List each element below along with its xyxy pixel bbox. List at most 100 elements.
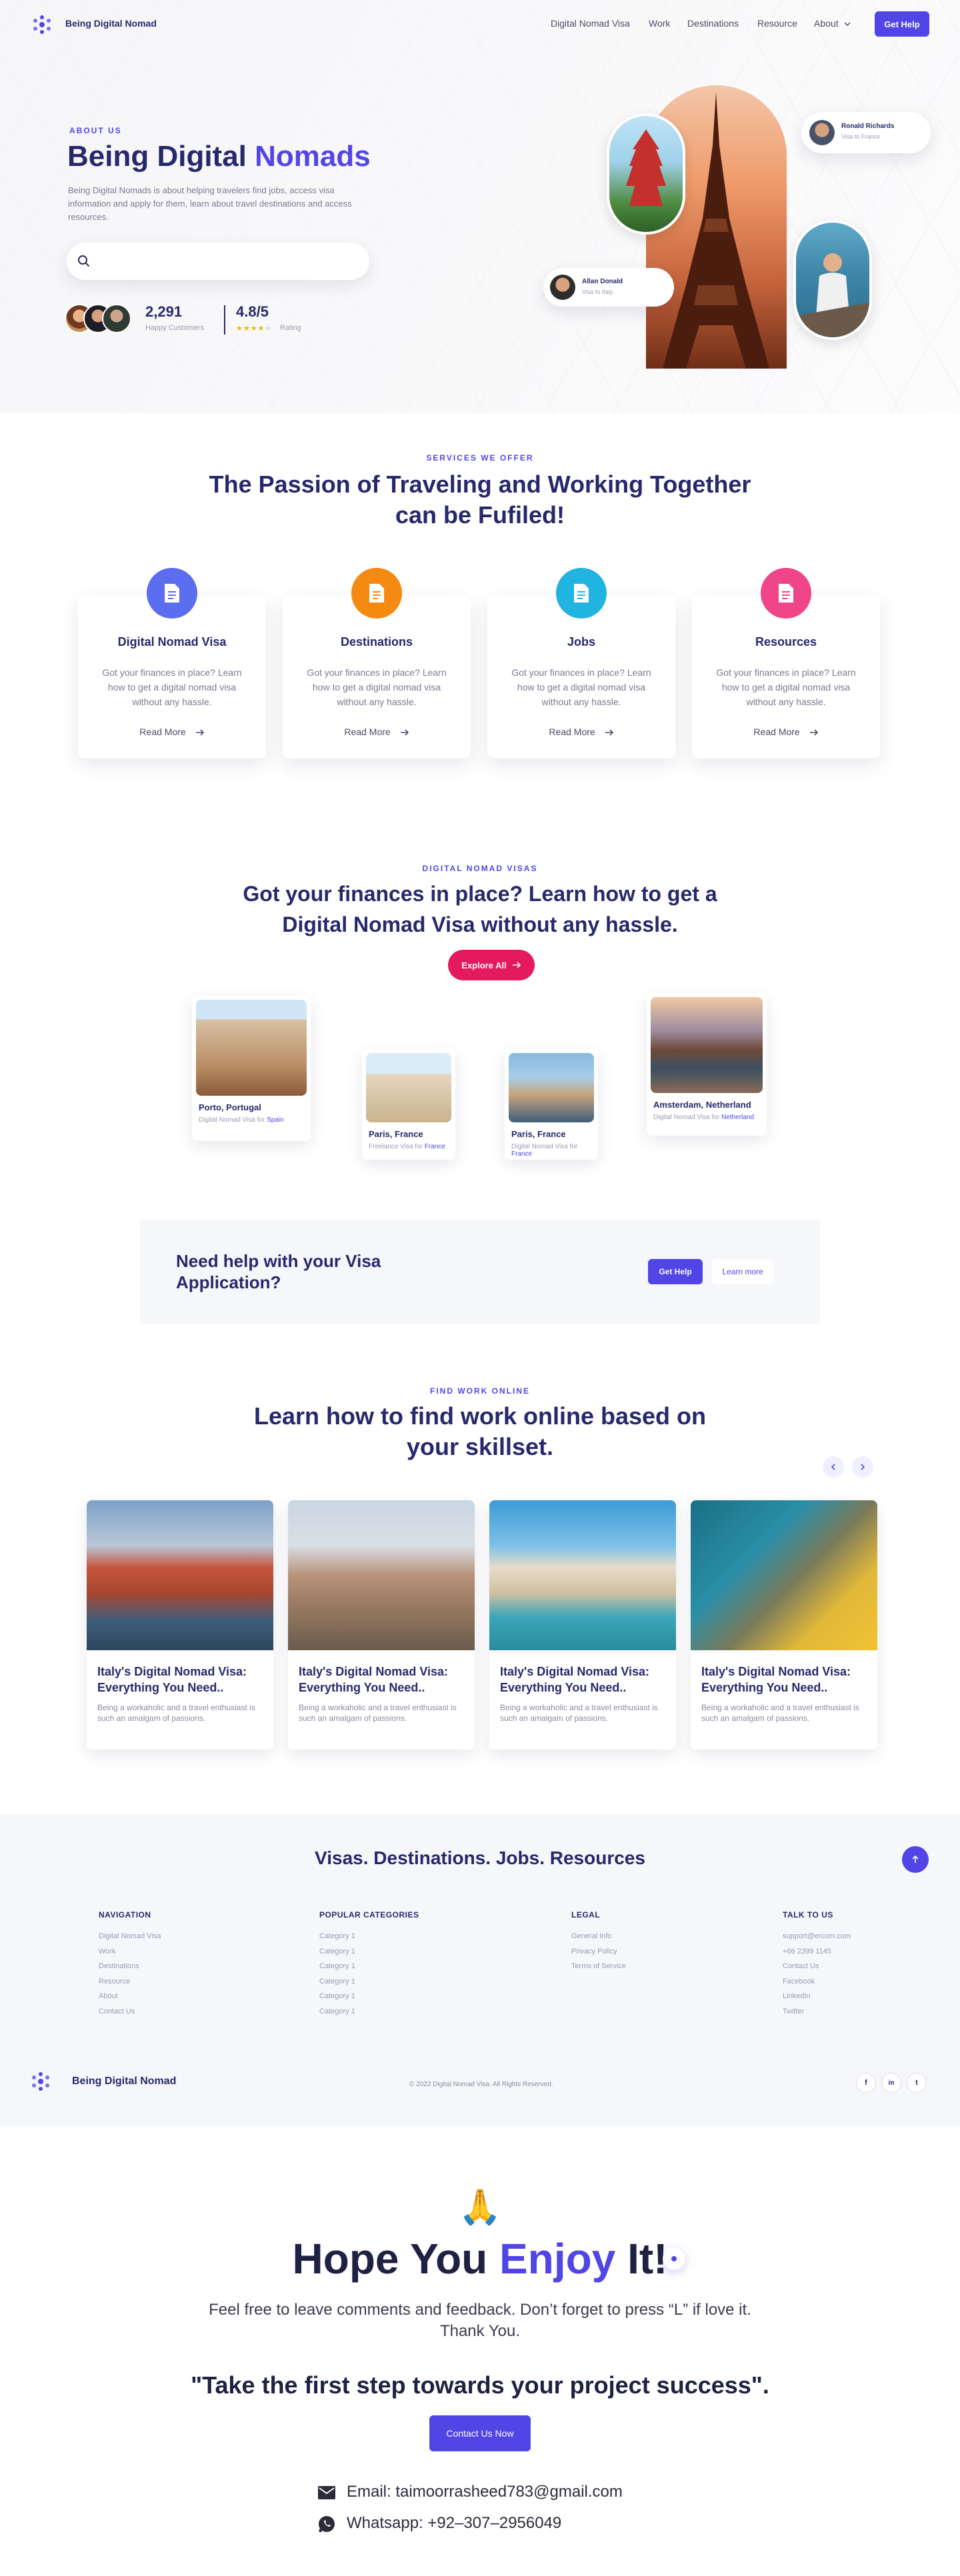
footer-link[interactable]: LinkedIn <box>783 1989 851 2004</box>
visa-card[interactable]: Paris, France Freelance Visa for France <box>362 1049 455 1160</box>
footer-link[interactable]: Category 1 <box>319 1959 355 1974</box>
service-description: Got your finances in place? Learn how to… <box>102 667 242 707</box>
services-title-line2: can be Fufiled! <box>395 501 565 529</box>
twitter-icon[interactable]: t <box>907 2073 927 2093</box>
services-title: The Passion of Traveling and Working Tog… <box>0 469 960 531</box>
work-card[interactable]: Italy's Digital Nomad Visa: Everything Y… <box>691 1500 877 1750</box>
visa-card-country[interactable]: France <box>511 1150 532 1158</box>
footer-link[interactable]: +66 2399 1145 <box>783 1944 851 1959</box>
visa-card-country[interactable]: France <box>425 1143 445 1150</box>
visa-card-sub-prefix: Freelance Visa for <box>369 1143 423 1150</box>
nav-link-work[interactable]: Work <box>649 18 670 29</box>
work-title-line2: your skillset. <box>406 1433 554 1460</box>
footer-link[interactable]: support@ercom.com <box>783 1929 851 1944</box>
work-card[interactable]: Italy's Digital Nomad Visa: Everything Y… <box>288 1500 475 1750</box>
footer-link[interactable]: Category 1 <box>319 1929 355 1944</box>
help-learn-more-button[interactable]: Learn more <box>712 1259 773 1284</box>
read-more-link[interactable]: Read More <box>487 726 675 737</box>
work-card[interactable]: Italy's Digital Nomad Visa: Everything Y… <box>87 1500 273 1750</box>
footer-link[interactable]: Terms of Service <box>571 1959 626 1974</box>
work-card-title: Italy's Digital Nomad Visa: Everything Y… <box>299 1665 449 1694</box>
work-card-title: Italy's Digital Nomad Visa: Everything Y… <box>500 1665 650 1694</box>
linkedin-icon[interactable]: in <box>881 2073 901 2093</box>
footer-link[interactable]: About <box>99 1989 161 2004</box>
read-more-label: Read More <box>549 726 595 737</box>
read-more-link[interactable]: Read More <box>692 726 880 737</box>
footer-link[interactable]: Privacy Policy <box>571 1944 626 1959</box>
visa-card[interactable]: Porto, Portugal Digital Nomad Visa for S… <box>192 996 311 1141</box>
get-help-nav-button[interactable]: Get Help <box>875 11 929 37</box>
thanks-message: Feel free to leave comments and feedback… <box>0 2299 960 2342</box>
footer-brand-name[interactable]: Being Digital Nomad <box>72 2075 176 2087</box>
visa-card-sub: Digital Nomad Visa for Netherland <box>651 1114 763 1121</box>
footer-link[interactable]: Twitter <box>783 2004 851 2019</box>
work-eyebrow: FIND WORK ONLINE <box>430 1386 530 1396</box>
footer-link[interactable]: Contact Us <box>783 1959 851 1974</box>
logo-icon <box>33 15 51 34</box>
nav-link-destinations[interactable]: Destinations <box>687 18 739 29</box>
visa-card-country[interactable]: Netherland <box>721 1114 754 1121</box>
bubble-top-name: Ronald Richards <box>841 123 895 130</box>
footer-heading-navigation: NAVIGATION <box>99 1910 151 1920</box>
thanks-quote: "Take the first step towards your projec… <box>191 2371 769 2399</box>
arrow-up-icon <box>912 1855 919 1863</box>
footer-link[interactable]: Digital Nomad Visa <box>99 1929 161 1944</box>
footer-link[interactable]: Category 1 <box>319 1989 355 2004</box>
footer-link[interactable]: Work <box>99 1944 161 1959</box>
service-title: Jobs <box>567 635 595 648</box>
search-field[interactable] <box>97 252 357 271</box>
visas-title-line2: Digital Nomad Visa without any hassle. <box>282 912 678 936</box>
visa-card-name: Paris, France <box>511 1129 566 1139</box>
chevron-down-icon <box>844 22 851 27</box>
scroll-top-button[interactable] <box>902 1846 929 1873</box>
read-more-label: Read More <box>139 726 186 737</box>
carousel-next-button[interactable] <box>852 1456 873 1478</box>
nav-link-about[interactable]: About <box>814 18 851 29</box>
whatsapp-icon <box>317 2515 336 2537</box>
hero-search-input[interactable] <box>67 243 369 280</box>
read-more-link[interactable]: Read More <box>283 726 471 737</box>
contact-us-button[interactable]: Contact Us Now <box>429 2415 531 2451</box>
contact-email[interactable]: Email: taimoorrasheed783@gmail.com <box>347 2483 623 2501</box>
read-more-label: Read More <box>753 726 800 737</box>
facebook-icon[interactable]: f <box>856 2073 876 2093</box>
footer-link[interactable]: Category 1 <box>319 2004 355 2019</box>
brand-logo[interactable] <box>32 15 52 38</box>
services-title-line1: The Passion of Traveling and Working Tog… <box>209 471 751 498</box>
visa-card-name: Amsterdam, Netherland <box>653 1100 751 1110</box>
footer-logo[interactable] <box>31 2071 51 2095</box>
help-get-help-button[interactable]: Get Help <box>648 1259 703 1284</box>
explore-all-label: Explore All <box>461 960 507 970</box>
read-more-link[interactable]: Read More <box>78 726 266 737</box>
visa-card-country[interactable]: Spain <box>267 1116 284 1124</box>
footer-link[interactable]: Contact Us <box>99 2004 161 2019</box>
brand-name[interactable]: Being Digital Nomad <box>65 18 157 29</box>
footer-list-talk: support@ercom.com +66 2399 1145 Contact Us… <box>783 1929 851 2019</box>
footer-link[interactable]: Facebook <box>783 1974 851 1989</box>
footer-link[interactable]: Category 1 <box>319 1944 355 1959</box>
visa-card-sub: Digital Nomad Visa for Spain <box>196 1116 307 1124</box>
visa-card[interactable]: Amsterdam, Netherland Digital Nomad Visa… <box>647 993 767 1136</box>
footer-copyright: © 2022 Digital Nomad Visa. All Rights Re… <box>409 2081 553 2088</box>
work-card-image <box>691 1500 877 1650</box>
nav-link-resource[interactable]: Resource <box>757 18 797 29</box>
footer-link[interactable]: General Info <box>571 1929 626 1944</box>
footer-link[interactable]: Category 1 <box>319 1974 355 1989</box>
visa-card-sub-prefix: Digital Nomad Visa for <box>653 1114 720 1121</box>
visa-card[interactable]: Paris, France Digital Nomad Visa for Fra… <box>505 1049 598 1160</box>
thanks-title-part3: It! <box>627 2235 668 2283</box>
carousel-prev-button[interactable] <box>823 1456 844 1478</box>
thanks-line1: Feel free to leave comments and feedback… <box>209 2301 751 2319</box>
work-card[interactable]: Italy's Digital Nomad Visa: Everything Y… <box>489 1500 676 1750</box>
footer-link[interactable]: Destinations <box>99 1959 161 1974</box>
testimonial-bubble-top: Ronald Richards Visa to France <box>801 112 931 153</box>
work-card-image <box>87 1500 273 1650</box>
decor-dot <box>663 2247 685 2270</box>
footer-list-navigation: Digital Nomad Visa Work Destinations Resour… <box>99 1929 161 2019</box>
explore-all-button[interactable]: Explore All <box>448 950 535 980</box>
footer-tagline: Visas. Destinations. Jobs. Resources <box>315 1848 645 1868</box>
contact-whatsapp[interactable]: Whatsapp: +92–307–2956049 <box>347 2514 561 2533</box>
visas-title-line1: Got your finances in place? Learn how to… <box>243 882 717 906</box>
footer-link[interactable]: Resource <box>99 1974 161 1989</box>
nav-link-visa[interactable]: Digital Nomad Visa <box>551 18 630 29</box>
